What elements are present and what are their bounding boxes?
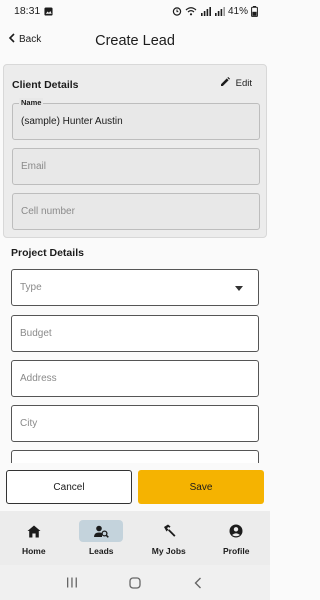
address-field[interactable]: Address [11, 360, 259, 397]
cell-number-field[interactable]: Cell number [12, 193, 260, 230]
cancel-button[interactable]: Cancel [6, 470, 132, 504]
nav-label-my-jobs: My Jobs [151, 546, 186, 556]
battery-text: 41% [227, 5, 248, 17]
nav-label-leads: Leads [88, 546, 114, 556]
name-field[interactable]: Name (sample) Hunter Austin [12, 98, 260, 140]
type-dropdown[interactable]: Type [11, 269, 259, 306]
client-details-card: Client Details Edit Name (sample) Hunter… [3, 64, 267, 238]
gallery-icon [44, 6, 53, 16]
status-right: 41% [172, 5, 258, 17]
home-icon [12, 520, 56, 542]
nav-item-my-jobs[interactable]: My Jobs [135, 511, 203, 565]
page-title: Create Lead [95, 33, 175, 49]
leads-search-icon [79, 520, 124, 542]
recent-apps-icon[interactable] [62, 573, 82, 593]
system-back-icon[interactable] [188, 573, 208, 593]
save-button[interactable]: Save [138, 470, 264, 504]
project-details-title: Project Details [11, 247, 84, 259]
name-value: (sample) Hunter Austin [21, 116, 123, 127]
nav-label-home: Home [21, 546, 46, 556]
form-actions: Cancel Save [0, 463, 270, 511]
profile-icon [214, 520, 258, 542]
hammer-icon [147, 520, 191, 542]
dropdown-arrow-icon [235, 286, 243, 291]
wifi-icon [185, 6, 197, 16]
nav-item-leads[interactable]: Leads [68, 511, 136, 565]
email-field[interactable]: Email [12, 148, 260, 185]
type-placeholder: Type [20, 282, 42, 293]
edit-label: Edit [235, 78, 252, 89]
system-nav-bar [0, 565, 270, 600]
city-field[interactable]: City [11, 405, 259, 442]
battery-icon [251, 5, 258, 17]
status-left: 18:31 [14, 5, 53, 17]
pencil-icon [220, 77, 230, 90]
city-placeholder: City [20, 418, 38, 429]
nav-item-profile[interactable]: Profile [203, 511, 271, 565]
edit-button[interactable]: Edit [220, 77, 252, 90]
alarm-icon [172, 6, 182, 16]
budget-field[interactable]: Budget [11, 315, 259, 352]
address-placeholder: Address [20, 373, 57, 384]
bottom-nav: Home Leads My Jobs Profile [0, 511, 270, 565]
signal-icon [200, 6, 211, 16]
nav-item-home[interactable]: Home [0, 511, 68, 565]
cell-number-placeholder: Cell number [21, 206, 75, 217]
budget-placeholder: Budget [20, 328, 52, 339]
home-button-icon[interactable] [125, 573, 145, 593]
status-time: 18:31 [14, 5, 41, 17]
status-bar: 18:31 41% [0, 0, 270, 22]
name-label: Name [19, 98, 44, 107]
signal-icon [214, 6, 225, 16]
client-details-title: Client Details [12, 79, 79, 91]
app-bar: Back Create Lead [0, 26, 270, 58]
email-placeholder: Email [21, 161, 47, 172]
nav-label-profile: Profile [223, 546, 250, 556]
